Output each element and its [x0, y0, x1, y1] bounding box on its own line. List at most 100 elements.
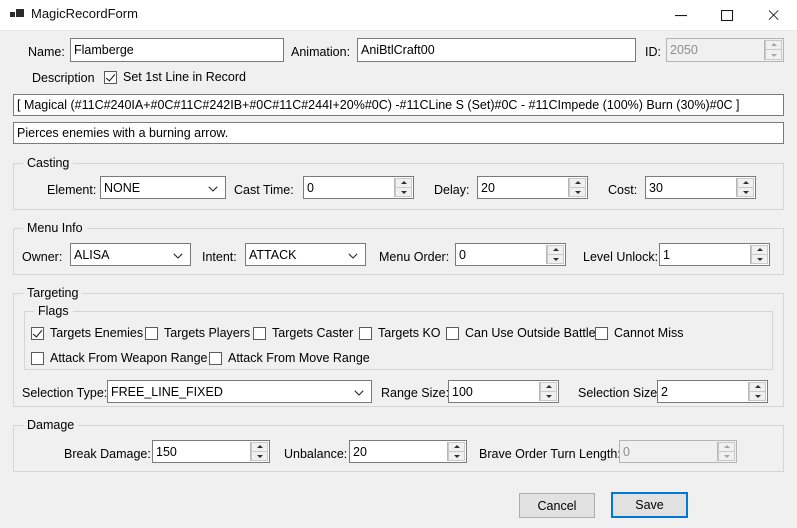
owner-value: ALISA — [74, 247, 110, 262]
flag-attack-from-move-range[interactable]: Attack From Move Range — [209, 351, 370, 365]
unbalance-stepper-buttons[interactable] — [447, 442, 465, 461]
level-unlock-stepper-down[interactable] — [751, 254, 768, 264]
id-stepper-buttons[interactable] — [764, 40, 782, 60]
animation-input[interactable]: AniBtlCraft00 — [357, 38, 636, 62]
flag-attack-from-weapon-range[interactable]: Attack From Weapon Range — [31, 351, 207, 365]
app-squares-icon — [10, 8, 24, 21]
brave-order-stepper-down[interactable] — [718, 451, 735, 461]
owner-select[interactable]: ALISA — [70, 243, 191, 266]
range-size-stepper-down[interactable] — [540, 391, 557, 401]
brave-order-stepper-up[interactable] — [718, 442, 735, 452]
brave-order-turn-length-label: Brave Order Turn Length: — [479, 447, 621, 461]
window-title: MagicRecordForm — [31, 6, 138, 21]
cost-stepper-down[interactable] — [737, 187, 754, 197]
break-damage-stepper-up[interactable] — [251, 442, 268, 452]
cost-stepper-buttons[interactable] — [736, 178, 754, 197]
break-damage-stepper-buttons[interactable] — [250, 442, 268, 461]
selection-type-select[interactable]: FREE_LINE_FIXED — [107, 380, 372, 403]
damage-group-title: Damage — [23, 418, 79, 432]
cost-stepper[interactable]: 30 — [645, 176, 756, 199]
cost-stepper-up[interactable] — [737, 178, 754, 188]
checkbox-box — [145, 326, 158, 340]
element-select[interactable]: NONE — [100, 176, 226, 199]
animation-label: Animation: — [291, 45, 351, 59]
range-size-stepper-buttons[interactable] — [539, 382, 557, 401]
delay-stepper-up[interactable] — [569, 178, 586, 188]
menu-order-stepper-buttons[interactable] — [546, 245, 564, 264]
break-damage-stepper-down[interactable] — [251, 451, 268, 461]
checkbox-box — [359, 326, 372, 340]
checkbox-box — [104, 70, 117, 84]
level-unlock-stepper-buttons[interactable] — [750, 245, 768, 264]
minimize-button[interactable] — [659, 0, 705, 30]
intent-select[interactable]: ATTACK — [245, 243, 366, 266]
owner-label: Owner: — [22, 250, 63, 264]
brave-order-stepper-buttons[interactable] — [717, 442, 735, 461]
selection-size-stepper-down[interactable] — [749, 391, 766, 401]
selection-size-label: Selection Size: — [578, 386, 661, 400]
selection-size-value: 2 — [661, 384, 668, 399]
menu-order-label: Menu Order: — [379, 250, 450, 264]
cast-time-stepper[interactable]: 0 — [303, 176, 414, 199]
flag-targets-caster[interactable]: Targets Caster — [253, 326, 353, 340]
cost-value: 30 — [649, 180, 663, 195]
cast-time-stepper-down[interactable] — [395, 187, 412, 197]
delay-stepper[interactable]: 20 — [477, 176, 588, 199]
delay-value: 20 — [481, 180, 495, 195]
targeting-group-title: Targeting — [23, 286, 83, 300]
cast-time-stepper-buttons[interactable] — [394, 178, 412, 197]
flag-can-use-outside-battle[interactable]: Can Use Outside Battle — [446, 326, 596, 340]
menu-order-stepper[interactable]: 0 — [455, 243, 566, 266]
set-first-line-checkbox[interactable]: Set 1st Line in Record — [104, 70, 246, 84]
flag-targets-ko[interactable]: Targets KO — [359, 326, 441, 340]
id-stepper-down[interactable] — [765, 50, 782, 60]
cast-time-stepper-up[interactable] — [395, 178, 412, 188]
description-line2-input[interactable]: Pierces enemies with a burning arrow. — [13, 122, 784, 144]
menu-order-value: 0 — [459, 247, 466, 262]
level-unlock-stepper[interactable]: 1 — [659, 243, 770, 266]
flag-label: Attack From Weapon Range — [50, 351, 208, 365]
flag-targets-players[interactable]: Targets Players — [145, 326, 250, 340]
intent-value: ATTACK — [249, 247, 297, 262]
minimize-icon — [675, 15, 687, 17]
menu-order-stepper-down[interactable] — [547, 254, 564, 264]
unbalance-stepper-down[interactable] — [448, 451, 465, 461]
delay-stepper-down[interactable] — [569, 187, 586, 197]
cast-time-value: 0 — [307, 180, 314, 195]
level-unlock-stepper-up[interactable] — [751, 245, 768, 255]
menu-order-stepper-up[interactable] — [547, 245, 564, 255]
id-value: 2050 — [670, 43, 698, 57]
range-size-stepper-up[interactable] — [540, 382, 557, 392]
description-line1-input[interactable]: [ Magical (#11C#240IA+#0C#11C#242IB+#0C#… — [13, 94, 784, 116]
id-stepper[interactable]: 2050 — [666, 38, 784, 62]
name-input[interactable]: Flamberge — [70, 38, 284, 62]
chevron-down-icon — [173, 252, 183, 259]
maximize-button[interactable] — [705, 0, 751, 30]
unbalance-stepper-up[interactable] — [448, 442, 465, 452]
brave-order-turn-length-stepper[interactable]: 0 — [619, 440, 737, 463]
checkbox-box — [446, 326, 459, 340]
checkbox-box — [31, 351, 44, 365]
close-button[interactable] — [751, 0, 797, 30]
unbalance-label: Unbalance: — [284, 447, 348, 461]
chevron-down-icon — [348, 252, 358, 259]
delay-stepper-buttons[interactable] — [568, 178, 586, 197]
flag-label: Targets Enemies — [50, 326, 144, 340]
break-damage-stepper[interactable]: 150 — [152, 440, 270, 463]
unbalance-stepper[interactable]: 20 — [349, 440, 467, 463]
flag-targets-enemies[interactable]: Targets Enemies — [31, 326, 143, 340]
save-button[interactable]: Save — [611, 492, 688, 518]
cancel-button[interactable]: Cancel — [519, 493, 595, 518]
checkbox-box — [253, 326, 266, 340]
cast-time-label: Cast Time: — [234, 183, 294, 197]
flag-cannot-miss[interactable]: Cannot Miss — [595, 326, 683, 340]
id-stepper-up[interactable] — [765, 40, 782, 50]
flag-label: Targets Caster — [272, 326, 354, 340]
selection-size-stepper-buttons[interactable] — [748, 382, 766, 401]
selection-size-stepper-up[interactable] — [749, 382, 766, 392]
magic-record-form-window: MagicRecordForm Name: Flamberge Animatio… — [0, 0, 797, 528]
flag-label: Targets Players — [164, 326, 251, 340]
flag-label: Attack From Move Range — [228, 351, 370, 365]
range-size-stepper[interactable]: 100 — [448, 380, 559, 403]
selection-size-stepper[interactable]: 2 — [657, 380, 768, 403]
